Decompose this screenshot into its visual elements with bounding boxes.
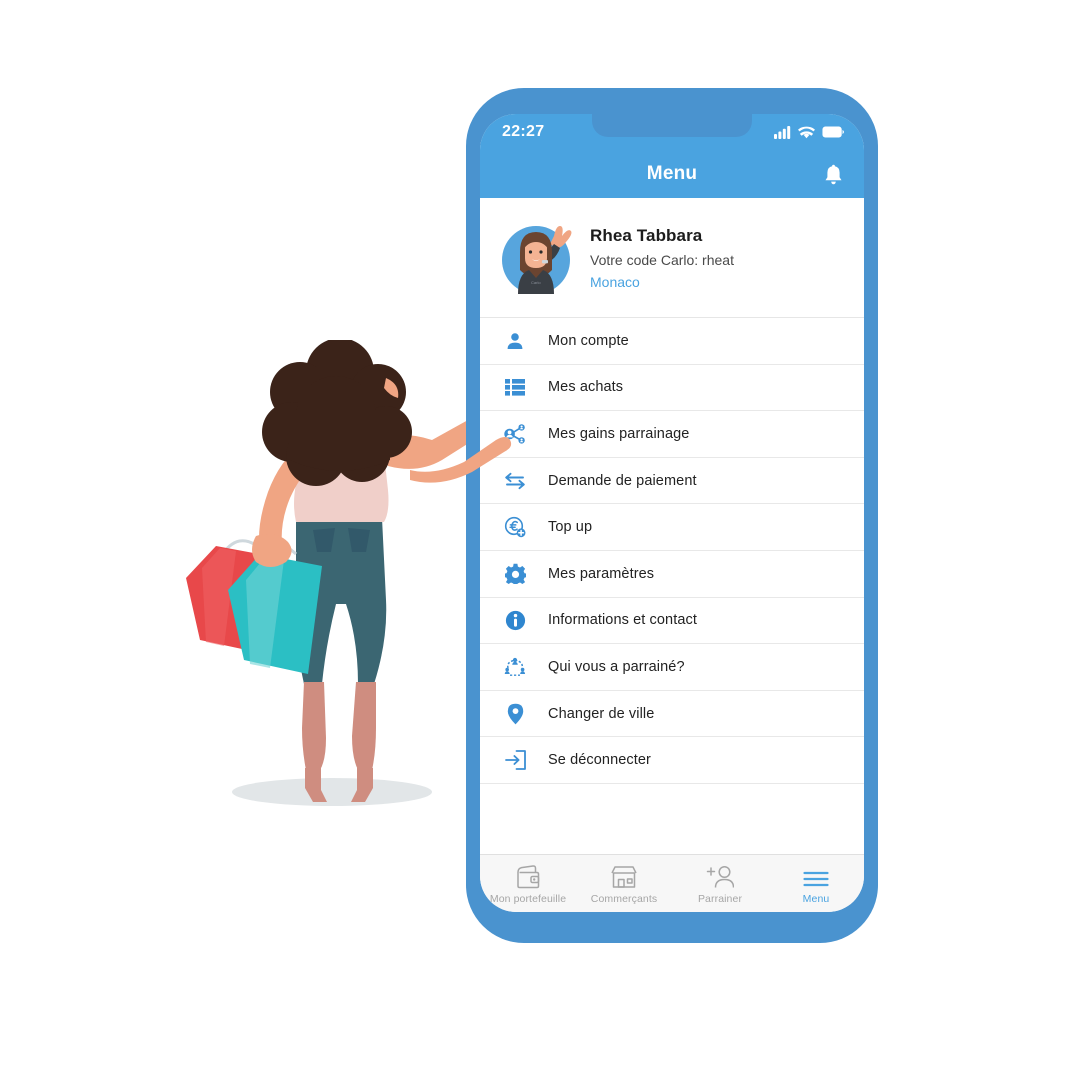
menu-item-qui-vous-a-parraine[interactable]: Qui vous a parrainé?: [480, 644, 864, 691]
add-person-icon: [706, 863, 734, 889]
svg-text:Carlo: Carlo: [531, 280, 541, 285]
menu-item-label: Mon compte: [548, 332, 629, 349]
profile-city[interactable]: Monaco: [590, 274, 734, 290]
menu-item-label: Changer de ville: [548, 705, 655, 722]
menu-item-label: Informations et contact: [548, 612, 697, 629]
hamburger-icon: [803, 863, 829, 889]
avatar: Carlo: [502, 225, 572, 294]
app-bar: Menu: [480, 150, 864, 198]
illustration-right-calf: [352, 682, 376, 770]
menu-item-mes-achats[interactable]: Mes achats: [480, 365, 864, 412]
info-circle-icon: [502, 607, 528, 633]
menu-item-label: Mes gains parrainage: [548, 425, 690, 442]
cellular-signal-icon: [774, 125, 791, 139]
nav-item-commercants[interactable]: Commerçants: [576, 855, 672, 912]
menu-item-label: Demande de paiement: [548, 472, 697, 489]
phone-mockup: 22:27 Menu Carlo Rhea Tabbara Votre code…: [466, 88, 878, 943]
menu-item-se-deconnecter[interactable]: Se déconnecter: [480, 737, 864, 784]
battery-icon: [822, 126, 844, 138]
phone-notch: [592, 114, 752, 137]
wifi-icon: [798, 126, 815, 138]
illustration-ground-shadow: [232, 778, 432, 806]
menu-list: Mon compte Mes achats Mes gains parraina…: [480, 318, 864, 854]
network-people-icon: [502, 654, 528, 680]
menu-item-mon-compte[interactable]: Mon compte: [480, 318, 864, 365]
nav-item-label: Commerçants: [590, 892, 658, 905]
menu-item-changer-de-ville[interactable]: Changer de ville: [480, 691, 864, 738]
menu-item-label: Mes paramètres: [548, 565, 655, 582]
illustration-left-calf: [302, 682, 326, 770]
nav-item-menu[interactable]: Menu: [768, 855, 864, 912]
map-pin-icon: [502, 701, 528, 727]
menu-item-label: Top up: [548, 519, 593, 536]
bell-icon-glyph: [825, 164, 841, 184]
nav-item-label: Menu: [802, 892, 830, 905]
status-icons: [774, 125, 844, 139]
wallet-icon: [515, 863, 541, 889]
nav-item-label: Mon portefeuille: [489, 892, 567, 905]
page-title: Menu: [646, 163, 698, 184]
menu-item-mes-gains-parrainage[interactable]: Mes gains parrainage: [480, 411, 864, 458]
illustration-left-hand: [252, 534, 292, 567]
menu-item-label: Qui vous a parrainé?: [548, 658, 685, 675]
storefront-icon: [610, 863, 638, 889]
profile-header[interactable]: Carlo Rhea Tabbara Votre code Carlo: rhe…: [480, 198, 864, 318]
menu-item-top-up[interactable]: Top up: [480, 504, 864, 551]
menu-item-mes-parametres[interactable]: Mes paramètres: [480, 551, 864, 598]
person-icon: [502, 328, 528, 354]
profile-referral-code: Votre code Carlo: rheat: [590, 251, 734, 268]
profile-name: Rhea Tabbara: [590, 225, 703, 245]
status-clock: 22:27: [502, 123, 545, 140]
menu-item-demande-de-paiement[interactable]: Demande de paiement: [480, 458, 864, 505]
phone-screen: 22:27 Menu Carlo Rhea Tabbara Votre code…: [480, 114, 864, 912]
euro-coin-plus-icon: [502, 514, 528, 540]
menu-item-informations-et-contact[interactable]: Informations et contact: [480, 598, 864, 645]
menu-item-label: Mes achats: [548, 379, 624, 396]
list-icon: [502, 374, 528, 400]
menu-item-label: Se déconnecter: [548, 752, 651, 769]
gear-icon: [502, 561, 528, 587]
illustration-hand-pointing-overlay: [410, 437, 512, 483]
nav-item-parrainer[interactable]: Parrainer: [672, 855, 768, 912]
nav-item-label: Parrainer: [697, 892, 743, 905]
bell-icon[interactable]: [820, 161, 846, 187]
profile-text-block: Rhea Tabbara Votre code Carlo: rheat Mon…: [590, 226, 734, 290]
screenshot-canvas: 22:27 Menu Carlo Rhea Tabbara Votre code…: [0, 0, 1080, 1080]
bottom-navigation: Mon portefeuille Commerçants Parrainer M…: [480, 854, 864, 912]
nav-item-mon-portefeuille[interactable]: Mon portefeuille: [480, 855, 576, 912]
logout-icon: [502, 747, 528, 773]
